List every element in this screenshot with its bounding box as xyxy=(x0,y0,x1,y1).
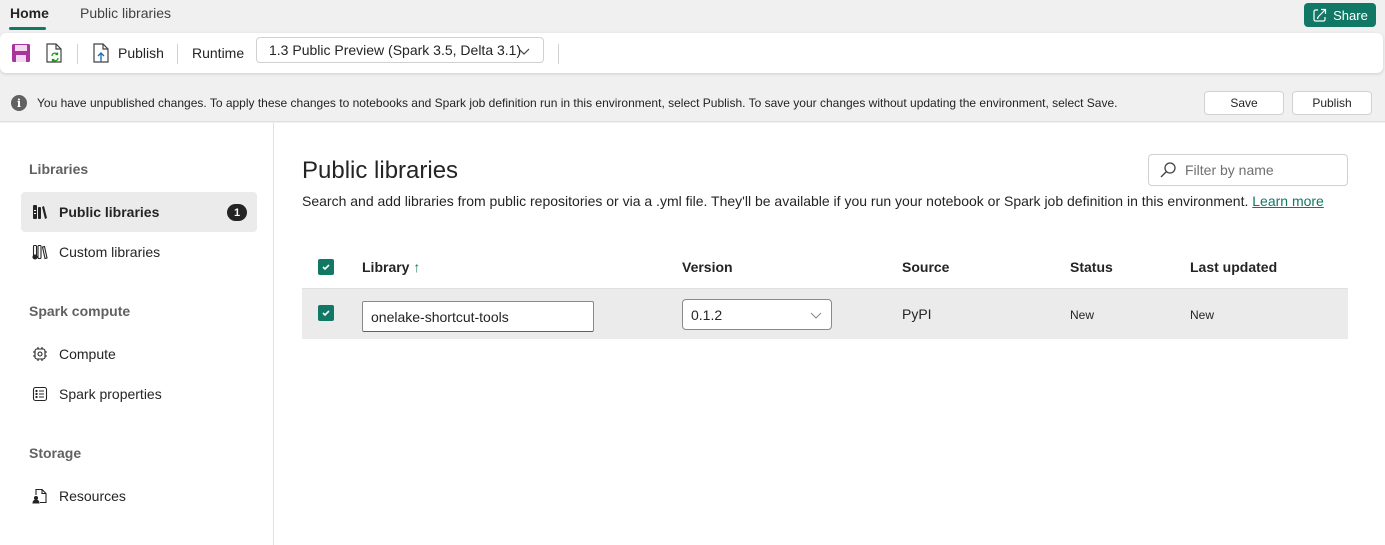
unpublished-changes-banner: i You have unpublished changes. To apply… xyxy=(0,85,1385,122)
column-header-library[interactable]: Library ↑ xyxy=(362,259,420,275)
sidebar-item-label: Resources xyxy=(59,488,126,504)
toolbar-divider xyxy=(177,44,178,64)
sidebar-item-resources[interactable]: Resources xyxy=(21,476,257,516)
count-badge: 1 xyxy=(227,204,247,221)
runtime-label: Runtime xyxy=(192,45,245,61)
chevron-down-icon xyxy=(810,312,822,319)
description-text: Search and add libraries from public rep… xyxy=(302,193,1249,209)
tab-public-libraries[interactable]: Public libraries xyxy=(80,5,171,21)
custom-libraries-icon xyxy=(31,243,49,261)
active-tab-indicator xyxy=(9,27,46,30)
compute-chip-icon xyxy=(31,345,49,363)
sidebar-item-label: Public libraries xyxy=(59,204,160,220)
tab-home[interactable]: Home xyxy=(10,5,49,21)
publish-label: Publish xyxy=(118,45,164,61)
sidebar-item-public-libraries[interactable]: Public libraries 1 xyxy=(21,192,257,232)
status-cell: New xyxy=(1070,308,1095,322)
info-icon: i xyxy=(11,95,27,111)
content-area: Libraries Public libraries 1 Custom libr… xyxy=(0,123,1385,545)
sidebar: Libraries Public libraries 1 Custom libr… xyxy=(0,123,274,545)
page-description: Search and add libraries from public rep… xyxy=(302,193,1324,209)
column-header-version[interactable]: Version xyxy=(682,259,733,275)
search-icon xyxy=(1160,162,1176,178)
filter-input[interactable] xyxy=(1185,162,1335,178)
sidebar-item-label: Custom libraries xyxy=(59,244,161,260)
sidebar-item-spark-properties[interactable]: Spark properties xyxy=(21,374,257,414)
version-dropdown[interactable]: 0.1.2 xyxy=(682,299,832,330)
row-checkbox[interactable] xyxy=(318,305,334,321)
libraries-table: Library ↑ Version Source Status Last upd… xyxy=(302,245,1348,339)
share-label: Share xyxy=(1333,7,1368,23)
sidebar-item-compute[interactable]: Compute xyxy=(21,334,257,374)
page-title: Public libraries xyxy=(302,157,459,184)
toolbar-divider xyxy=(558,44,559,64)
select-all-checkbox[interactable] xyxy=(318,259,334,275)
save-button[interactable]: Save xyxy=(1204,91,1284,115)
column-header-last-updated[interactable]: Last updated xyxy=(1190,259,1277,275)
toolbar: Publish Runtime 1.3 Public Preview (Spar… xyxy=(0,33,1383,73)
library-name-input[interactable] xyxy=(362,301,594,332)
last-updated-cell: New xyxy=(1190,308,1215,322)
toolbar-publish-button[interactable]: Publish xyxy=(90,42,164,64)
resources-document-icon xyxy=(31,487,49,505)
checkmark-icon xyxy=(322,264,330,271)
share-icon xyxy=(1313,8,1327,22)
share-button[interactable]: Share xyxy=(1304,3,1376,27)
sidebar-heading-libraries: Libraries xyxy=(29,161,89,177)
banner-message: You have unpublished changes. To apply t… xyxy=(37,96,1118,110)
refresh-document-icon[interactable] xyxy=(43,42,65,64)
sort-ascending-icon: ↑ xyxy=(413,259,421,275)
table-header: Library ↑ Version Source Status Last upd… xyxy=(302,245,1348,289)
column-header-status[interactable]: Status xyxy=(1070,259,1113,275)
publish-icon xyxy=(93,43,109,63)
sidebar-item-label: Spark properties xyxy=(59,386,162,402)
checkmark-icon xyxy=(322,310,330,317)
chevron-down-icon xyxy=(518,48,530,55)
sidebar-item-label: Compute xyxy=(59,346,116,362)
column-header-source[interactable]: Source xyxy=(902,259,949,275)
learn-more-link[interactable]: Learn more xyxy=(1252,193,1324,209)
toolbar-divider xyxy=(77,44,78,64)
properties-list-icon xyxy=(31,385,49,403)
table-row[interactable]: 0.1.2 PyPI New New xyxy=(302,289,1348,339)
source-cell: PyPI xyxy=(902,306,932,322)
sidebar-heading-storage: Storage xyxy=(29,445,82,461)
sidebar-item-custom-libraries[interactable]: Custom libraries xyxy=(21,232,257,272)
top-ribbon-tabs: Home Public libraries Share xyxy=(0,0,1385,33)
public-libraries-icon xyxy=(31,203,49,221)
runtime-value: 1.3 Public Preview (Spark 3.5, Delta 3.1… xyxy=(269,42,522,58)
filter-box[interactable] xyxy=(1148,154,1348,186)
version-value: 0.1.2 xyxy=(691,306,723,323)
runtime-dropdown[interactable]: 1.3 Public Preview (Spark 3.5, Delta 3.1… xyxy=(256,37,544,63)
sidebar-heading-spark-compute: Spark compute xyxy=(29,303,131,319)
publish-button[interactable]: Publish xyxy=(1292,91,1372,115)
save-icon[interactable] xyxy=(10,42,32,64)
